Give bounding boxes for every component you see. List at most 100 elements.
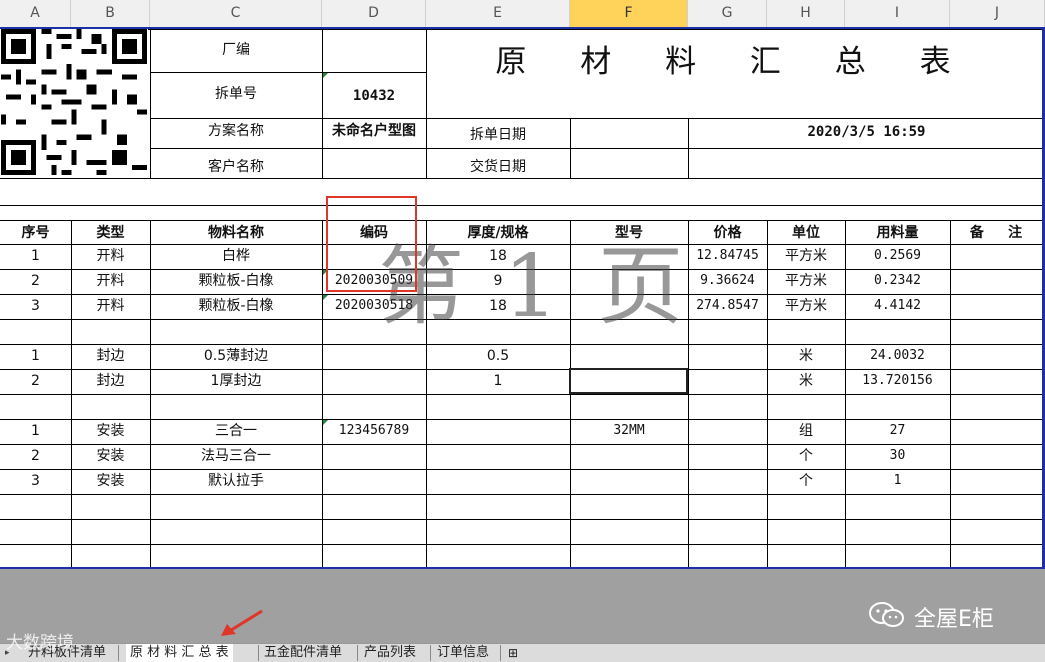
table-cell-seq[interactable]: 1 [0,346,71,366]
table-cell-material[interactable]: 0.5薄封边 [150,346,322,366]
tab-separator [118,645,119,661]
table-cell-quantity[interactable]: 30 [845,446,950,466]
table-cell-seq[interactable]: 1 [0,246,71,266]
table-cell-material[interactable]: 颗粒板-白橡 [150,296,322,316]
grid-line [0,469,1042,470]
table-cell-code[interactable]: 123456789 [322,421,426,441]
sheet-tab-bar: ▸ 开料板件清单 原 材 料 汇 总 表 五金配件清单 产品列表 订单信息 ⊞ [0,643,1045,662]
grid-line [0,344,1042,345]
grid-line [0,519,1042,520]
column-header-a[interactable]: A [0,0,71,27]
table-cell-seq[interactable]: 2 [0,446,71,466]
grid-line [150,148,1042,149]
cell-marker [323,295,328,300]
table-cell-quantity[interactable]: 0.2569 [845,246,950,266]
th-seq: 序号 [21,225,50,241]
th-note: 备 注 [969,225,1023,241]
table-cell-quantity[interactable]: 13.720156 [845,371,950,391]
table-cell-thickness[interactable]: 1 [426,371,570,391]
column-header-f[interactable]: F [570,0,688,27]
cell-marker [323,73,328,78]
grid-line [0,494,1042,495]
delivery-date-label: 交货日期 [470,159,526,175]
table-cell-type[interactable]: 安装 [71,421,150,441]
column-header-b[interactable]: B [71,0,150,27]
table-cell-unit[interactable]: 平方米 [767,271,845,291]
table-cell-unit[interactable]: 米 [767,346,845,366]
plan-name-value[interactable]: 未命名户型图 [322,121,426,141]
column-header-e[interactable]: E [426,0,570,27]
grid-line [150,72,426,73]
table-cell-unit[interactable]: 米 [767,371,845,391]
grid-line [570,118,571,178]
table-cell-unit[interactable]: 个 [767,446,845,466]
table-cell-type[interactable]: 封边 [71,346,150,366]
column-header-c[interactable]: C [150,0,322,27]
selected-cell[interactable] [569,368,688,394]
table-cell-quantity[interactable]: 24.0032 [845,346,950,366]
cell-marker [323,420,328,425]
table-cell-seq[interactable]: 2 [0,371,71,391]
grid-line [148,29,1042,30]
table-cell-seq[interactable]: 1 [0,421,71,441]
order-no-value[interactable]: 10432 [322,86,426,106]
table-cell-seq[interactable]: 2 [0,271,71,291]
table-cell-quantity[interactable]: 1 [845,471,950,491]
table-cell-material[interactable]: 1厚封边 [150,371,322,391]
column-header-i[interactable]: I [845,0,950,27]
column-header-j[interactable]: J [950,0,1045,27]
th-material: 物料名称 [208,225,264,241]
table-cell-type[interactable]: 开料 [71,296,150,316]
table-cell-unit[interactable]: 个 [767,471,845,491]
print-border-top [0,27,1045,29]
grid-line [0,419,1042,420]
table-cell-unit[interactable]: 组 [767,421,845,441]
grid-line [0,178,1042,179]
table-cell-quantity[interactable]: 4.4142 [845,296,950,316]
table-cell-quantity[interactable]: 27 [845,421,950,441]
table-cell-price[interactable]: 274.8547 [688,296,767,316]
table-cell-type[interactable]: 安装 [71,471,150,491]
tab-order-info[interactable]: 订单信息 [437,644,489,662]
table-cell-material[interactable]: 法马三合一 [150,446,322,466]
table-cell-price[interactable]: 9.36624 [688,271,767,291]
table-cell-material[interactable]: 颗粒板-白橡 [150,271,322,291]
page-watermark: 第 1 页 [378,237,690,337]
table-cell-model[interactable]: 32MM [570,421,688,441]
table-cell-material[interactable]: 白桦 [150,246,322,266]
grid-line [950,220,951,567]
table-cell-unit[interactable]: 平方米 [767,296,845,316]
highlight-box [326,196,417,292]
table-cell-type[interactable]: 封边 [71,371,150,391]
tab-separator [500,645,501,661]
table-cell-seq[interactable]: 3 [0,471,71,491]
table-cell-price[interactable]: 12.84745 [688,246,767,266]
table-cell-thickness[interactable]: 0.5 [426,346,570,366]
grid-line [0,205,1042,206]
tab-separator [258,645,259,661]
plan-name-label: 方案名称 [208,123,264,139]
tab-material-summary[interactable]: 原 材 料 汇 总 表 [126,644,233,662]
table-cell-type[interactable]: 安装 [71,446,150,466]
qr-code [1,29,147,175]
table-cell-type[interactable]: 开料 [71,246,150,266]
tab-product-list[interactable]: 产品列表 [364,644,416,662]
order-no-label: 拆单号 [215,86,257,102]
grid-line [0,444,1042,445]
grid-line [150,118,1042,119]
sheet-title: 原 材 料 汇 总 表 [495,44,973,80]
tab-hardware-list[interactable]: 五金配件清单 [264,644,342,662]
table-cell-quantity[interactable]: 0.2342 [845,271,950,291]
tab-separator [357,645,358,661]
table-cell-seq[interactable]: 3 [0,296,71,316]
table-cell-unit[interactable]: 平方米 [767,246,845,266]
split-date-value[interactable]: 2020/3/5 16:59 [688,122,1045,142]
table-cell-type[interactable]: 开料 [71,271,150,291]
table-cell-material[interactable]: 三合一 [150,421,322,441]
new-sheet-icon[interactable]: ⊞ [508,644,518,662]
table-cell-material[interactable]: 默认拉手 [150,471,322,491]
column-header-h[interactable]: H [767,0,845,27]
column-header-g[interactable]: G [688,0,767,27]
factory-no-label: 厂编 [222,42,250,58]
column-header-d[interactable]: D [322,0,426,27]
